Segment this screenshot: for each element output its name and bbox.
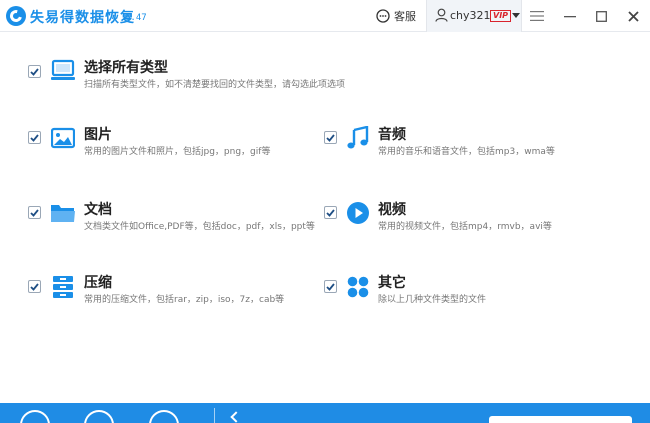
device-icon[interactable] xyxy=(20,410,50,423)
image-icon xyxy=(50,125,76,151)
category-checkbox-image[interactable] xyxy=(28,131,41,144)
app-version: 6.47 xyxy=(125,13,147,23)
category-checkbox-document[interactable] xyxy=(28,206,41,219)
minimize-button[interactable] xyxy=(560,6,580,26)
category-desc-archive: 常用的压缩文件，包括rar，zip，iso，7z，cab等 xyxy=(84,295,285,305)
grid-icon xyxy=(345,274,371,300)
checkmark-icon xyxy=(326,133,335,142)
checkmark-icon xyxy=(30,67,39,76)
category-title-document: 文档 xyxy=(84,202,112,218)
app-logo-icon xyxy=(6,6,26,26)
location-icon[interactable] xyxy=(84,410,114,423)
close-icon xyxy=(627,10,639,22)
support-button[interactable]: 客服 xyxy=(376,8,416,24)
chat-icon xyxy=(376,9,390,23)
category-checkbox-audio[interactable] xyxy=(324,131,337,144)
back-arrow-icon[interactable] xyxy=(230,411,242,423)
folder-icon xyxy=(50,200,76,226)
category-title-image: 图片 xyxy=(84,127,112,143)
username: chy321 xyxy=(450,9,491,22)
select-all-checkbox[interactable] xyxy=(28,65,41,78)
archive-icon xyxy=(50,274,76,300)
chevron-down-icon[interactable] xyxy=(512,13,520,18)
category-checkbox-archive[interactable] xyxy=(28,280,41,293)
support-label: 客服 xyxy=(394,10,416,23)
close-button[interactable] xyxy=(623,6,643,26)
maximize-button[interactable] xyxy=(591,6,611,26)
user-menu[interactable]: chy321 VIP xyxy=(426,0,522,32)
checkmark-icon xyxy=(30,208,39,217)
maximize-icon xyxy=(595,10,607,22)
category-title-audio: 音频 xyxy=(378,127,406,143)
checkmark-icon xyxy=(326,282,335,291)
music-icon xyxy=(345,125,371,151)
minimize-icon xyxy=(564,16,576,18)
play-icon xyxy=(345,200,371,226)
category-desc-video: 常用的视频文件，包括mp4，rmvb，avi等 xyxy=(378,222,552,232)
checkmark-icon xyxy=(326,208,335,217)
category-checkbox-video[interactable] xyxy=(324,206,337,219)
select-all-title: 选择所有类型 xyxy=(84,60,168,76)
checkmark-icon xyxy=(30,133,39,142)
computer-icon xyxy=(50,58,76,84)
toolbar-divider xyxy=(214,408,215,423)
category-desc-document: 文档类文件如Office,PDF等，包括doc，pdf，xls，ppt等 xyxy=(84,222,315,232)
category-title-video: 视频 xyxy=(378,202,406,218)
app-title: 失易得数据恢复 xyxy=(30,10,135,26)
select-all-desc: 扫描所有类型文件，如不清楚要找回的文件类型，请勾选此项选项 xyxy=(84,80,346,90)
next-button[interactable] xyxy=(489,416,632,423)
hamburger-icon xyxy=(530,11,544,21)
checkmark-icon xyxy=(30,282,39,291)
category-desc-other: 除以上几种文件类型的文件 xyxy=(378,295,487,305)
vip-badge: VIP xyxy=(490,10,512,22)
category-checkbox-other[interactable] xyxy=(324,280,337,293)
title-bar: 失易得数据恢复 6.47 客服 chy321 VIP xyxy=(0,0,650,32)
file-type-icon[interactable] xyxy=(149,410,179,423)
menu-button[interactable] xyxy=(527,6,547,26)
category-title-archive: 压缩 xyxy=(84,275,112,291)
bottom-toolbar xyxy=(0,403,650,423)
category-desc-audio: 常用的音乐和语音文件，包括mp3，wma等 xyxy=(378,147,555,157)
user-icon xyxy=(435,8,448,22)
category-desc-image: 常用的图片文件和照片，包括jpg，png，gif等 xyxy=(84,147,271,157)
category-title-other: 其它 xyxy=(378,275,406,291)
